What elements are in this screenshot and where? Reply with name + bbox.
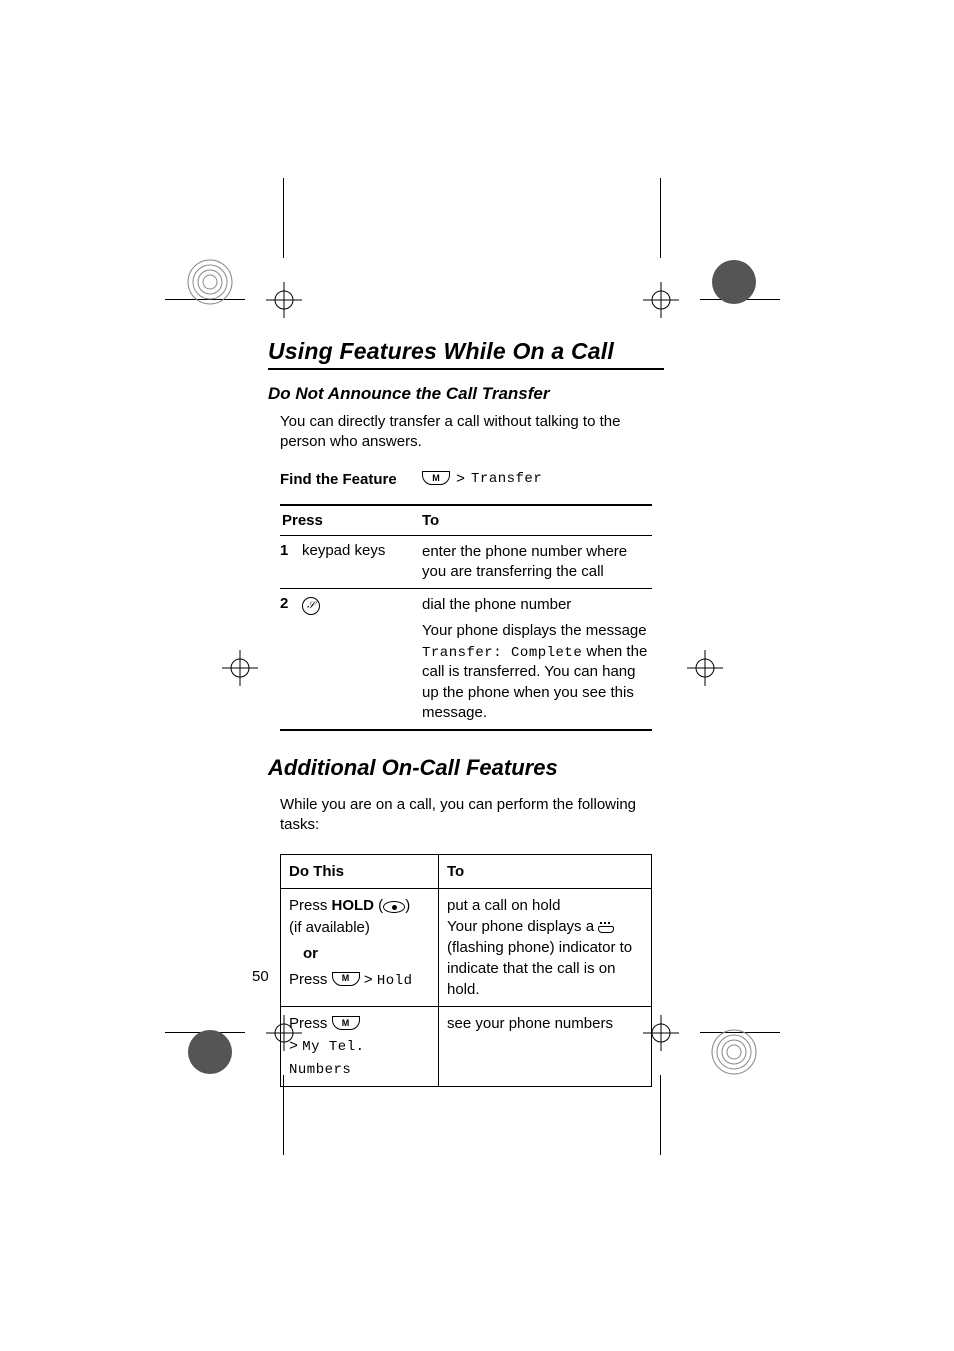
step-to-line: Your phone displays the message Transfer… xyxy=(422,621,652,723)
section-title: Additional On-Call Features xyxy=(268,755,664,781)
crop-mark xyxy=(283,178,284,258)
registration-mark-icon xyxy=(264,280,304,320)
registration-mark-icon xyxy=(685,648,725,688)
color-target-icon xyxy=(710,1028,758,1076)
breadcrumb-separator: > xyxy=(456,471,465,488)
text-fragment: Press xyxy=(289,1015,332,1032)
step-to: dial the phone number Your phone display… xyxy=(422,595,652,723)
menu-key-icon: M xyxy=(332,1016,360,1030)
color-target-icon xyxy=(186,1028,234,1076)
soft-key-icon xyxy=(383,901,405,913)
step-row: 2 𝒮 dial the phone number Your phone dis… xyxy=(280,588,652,729)
step-row: 1 keypad keys enter the phone number whe… xyxy=(280,535,652,589)
press-header: Press xyxy=(280,512,422,529)
breadcrumb-separator: > xyxy=(289,1038,298,1055)
page-content: Using Features While On a Call Do Not An… xyxy=(268,338,664,1087)
menu-path: My Tel. Numbers xyxy=(289,1039,365,1078)
menu-key-icon: M xyxy=(332,972,360,986)
step-number: 2 xyxy=(280,595,302,723)
step-to: enter the phone number where you are tra… xyxy=(422,542,652,583)
text-fragment: Your phone displays the message xyxy=(422,622,647,639)
step-number: 1 xyxy=(280,542,302,583)
flashing-phone-icon xyxy=(598,922,612,932)
send-key-icon: 𝒮 xyxy=(302,597,320,615)
text-fragment: Press xyxy=(289,897,332,914)
to-line: Your phone displays a (flashing phone) i… xyxy=(447,916,643,1000)
table-header: Do This To xyxy=(281,855,651,889)
text-fragment: Press xyxy=(289,971,332,988)
find-feature-value: M > Transfer xyxy=(422,471,542,488)
text-fragment: (flashing phone) indicator to indicate t… xyxy=(447,939,632,998)
text-fragment: Your phone displays a xyxy=(447,918,598,935)
menu-key-icon: M xyxy=(422,471,450,485)
do-this-header: Do This xyxy=(281,855,439,889)
steps-header: Press To xyxy=(280,506,652,535)
registration-mark-icon xyxy=(220,648,260,688)
step-press: keypad keys xyxy=(302,542,422,583)
table-row: Press HOLD () (if available) or Press M … xyxy=(281,888,651,1006)
find-feature-row: Find the Feature M > Transfer xyxy=(280,471,664,488)
heading-rule xyxy=(268,368,664,370)
hold-label: HOLD xyxy=(332,897,375,914)
or-label: or xyxy=(303,943,430,965)
subsection-title: Do Not Announce the Call Transfer xyxy=(268,384,664,404)
to-header: To xyxy=(422,512,439,529)
to-line: put a call on hold xyxy=(447,895,643,916)
step-press: 𝒮 xyxy=(302,595,422,723)
table-row: Press M > My Tel. Numbers see your phone… xyxy=(281,1006,651,1086)
to-cell: put a call on hold Your phone displays a… xyxy=(439,889,651,1006)
steps-table: Press To 1 keypad keys enter the phone n… xyxy=(280,504,652,732)
menu-path: Transfer xyxy=(471,471,542,487)
if-available: (if available) xyxy=(289,919,370,936)
step-to-line: dial the phone number xyxy=(422,595,652,615)
breadcrumb-separator: > xyxy=(364,972,373,989)
registration-mark-icon xyxy=(641,280,681,320)
find-feature-label: Find the Feature xyxy=(280,471,422,488)
crop-mark xyxy=(660,178,661,258)
menu-path: Hold xyxy=(377,973,413,989)
intro-text: You can directly transfer a call without… xyxy=(280,412,664,453)
to-cell: see your phone numbers xyxy=(439,1007,651,1086)
do-this-cell: Press M > My Tel. Numbers xyxy=(281,1007,439,1086)
oncall-table: Do This To Press HOLD () (if available) … xyxy=(280,854,652,1088)
message-text: Transfer: Complete xyxy=(422,645,582,661)
chapter-title: Using Features While On a Call xyxy=(268,338,664,365)
color-target-icon xyxy=(186,258,234,306)
page-number: 50 xyxy=(252,968,269,985)
section-intro: While you are on a call, you can perform… xyxy=(280,795,664,836)
do-this-cell: Press HOLD () (if available) or Press M … xyxy=(281,889,439,1006)
color-target-icon xyxy=(710,258,758,306)
to-header: To xyxy=(439,855,651,889)
